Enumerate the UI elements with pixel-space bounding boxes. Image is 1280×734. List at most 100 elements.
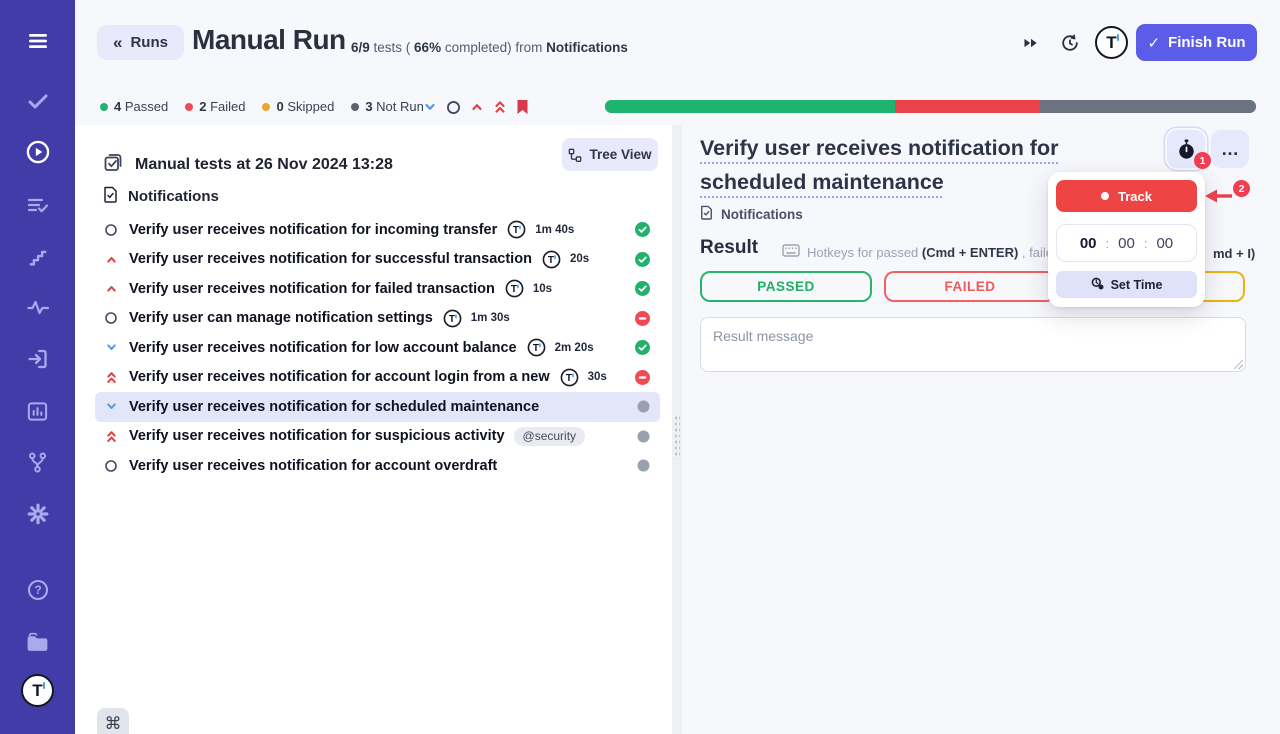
tests-fraction: 6/9 [351, 40, 370, 55]
suite-folder-name: Notifications [128, 188, 219, 205]
test-detail-panel: Verify user receives notification for sc… [682, 125, 1280, 734]
test-row[interactable]: Verify user receives notification for su… [95, 245, 660, 275]
test-row[interactable]: Verify user receives notification for in… [95, 215, 660, 245]
status-notrun-icon [637, 459, 650, 472]
test-row[interactable]: Verify user receives notification for su… [95, 422, 660, 452]
test-row[interactable]: Verify user can manage notification sett… [95, 304, 660, 334]
test-row-title: Verify user receives notification for su… [129, 428, 505, 444]
record-dot-icon [1101, 192, 1109, 200]
panel-resize-handle[interactable] [672, 125, 682, 734]
status-count-failed[interactable]: 2 Failed [185, 99, 245, 114]
sidebar-item-analytics[interactable] [0, 394, 75, 428]
percent-completed: 66% [414, 40, 441, 55]
status-dot-icon [262, 103, 270, 111]
test-row[interactable]: Verify user receives notification for fa… [95, 274, 660, 304]
sidebar-item-settings[interactable] [0, 497, 75, 531]
command-palette-button[interactable]: ⌘ [97, 708, 129, 734]
timer-seconds[interactable]: 00 [1156, 235, 1173, 252]
sidebar-item-branches[interactable] [0, 445, 75, 479]
svg-text:?: ? [34, 583, 41, 597]
finish-run-button[interactable]: ✓ Finish Run [1136, 24, 1257, 61]
sidebar-item-import[interactable] [0, 342, 75, 376]
test-list-panel: Manual tests at 26 Nov 2024 13:28 Tree V… [75, 125, 672, 734]
test-row[interactable]: Verify user receives notification for ac… [95, 363, 660, 393]
run-title-row: Manual tests at 26 Nov 2024 13:28 [103, 152, 393, 177]
status-count-notrun[interactable]: 3 Not Run [351, 99, 424, 114]
sidebar-item-help[interactable]: ? [0, 573, 75, 607]
tree-view-button[interactable]: Tree View [562, 138, 658, 171]
test-duration: 20s [570, 253, 589, 265]
test-row[interactable]: Verify user receives notification for sc… [95, 392, 660, 422]
bookmark-filter-icon[interactable] [516, 99, 529, 115]
status-count-skipped[interactable]: 0 Skipped [262, 99, 334, 114]
priority-low-icon [103, 400, 119, 413]
priority-normal-icon [103, 459, 119, 473]
track-time-button[interactable]: Track [1056, 180, 1197, 212]
sidebar-item-test-plans[interactable] [0, 188, 75, 222]
more-actions-button[interactable]: … [1211, 130, 1249, 168]
passed-button[interactable]: PASSED [700, 271, 872, 302]
priority-high-icon [103, 253, 119, 266]
failed-button[interactable]: FAILED [884, 271, 1056, 302]
sidebar-logo[interactable]: T [21, 674, 54, 707]
status-count-passed[interactable]: 4 Passed [100, 99, 168, 114]
test-row-title: Verify user receives notification for sc… [129, 399, 539, 415]
branch-icon [26, 451, 49, 474]
status-failed-icon [635, 311, 650, 326]
test-row[interactable]: Verify user receives notification for lo… [95, 333, 660, 363]
test-row-title: Verify user receives notification for su… [129, 251, 532, 267]
folder-icon [25, 630, 50, 655]
priority-low-icon [103, 341, 119, 354]
timer-input[interactable]: 00 : 00 : 00 [1056, 224, 1197, 262]
priority-normal-icon [103, 223, 119, 237]
priority-urgent-icon [103, 370, 119, 385]
test-duration: 10s [533, 283, 552, 295]
fast-forward-icon[interactable] [1019, 31, 1043, 55]
test-tag[interactable]: @security [514, 427, 586, 446]
timer-minutes[interactable]: 00 [1118, 235, 1135, 252]
sidebar-item-steps[interactable] [0, 240, 75, 274]
status-passed-icon [635, 281, 650, 296]
priority-normal-filter-icon[interactable] [446, 100, 461, 115]
suite-folder-row[interactable]: Notifications [103, 186, 219, 207]
check-icon [26, 89, 50, 113]
import-icon [26, 347, 50, 371]
stairs-icon [27, 246, 49, 268]
status-passed-icon [635, 340, 650, 355]
sidebar-item-runs[interactable] [0, 135, 75, 169]
sidebar-item-tests[interactable] [0, 84, 75, 118]
priority-urgent-filter-icon[interactable] [493, 99, 507, 115]
test-row[interactable]: Verify user receives notification for ac… [95, 451, 660, 481]
app-logo[interactable]: T [1095, 26, 1128, 59]
sidebar-item-menu[interactable] [0, 24, 75, 58]
result-message-input[interactable] [700, 317, 1246, 372]
back-to-runs-button[interactable]: « Runs [97, 25, 184, 60]
annotation-badge-1: 1 [1194, 152, 1211, 169]
sidebar-item-pulse[interactable] [0, 291, 75, 325]
set-time-button[interactable]: Set Time [1056, 271, 1197, 298]
automation-logo-icon: T [507, 220, 526, 239]
grip-dots-icon [674, 415, 680, 459]
status-passed-icon [635, 252, 650, 267]
priority-high-filter-icon[interactable] [470, 100, 484, 114]
list-check-icon [26, 193, 50, 217]
back-to-runs-label: Runs [130, 34, 168, 51]
timer-hours[interactable]: 00 [1080, 235, 1097, 252]
source-suite: Notifications [546, 40, 628, 55]
timer-history-icon[interactable] [1058, 31, 1082, 55]
hotkeys-hint-tail: md + I) [1213, 246, 1255, 261]
status-notrun-icon [637, 430, 650, 443]
priority-high-icon [103, 282, 119, 295]
document-check-icon [700, 205, 713, 223]
keyboard-icon [782, 244, 800, 260]
sidebar-item-projects[interactable] [0, 625, 75, 659]
priority-low-filter-icon[interactable] [423, 100, 437, 114]
test-duration: 2m 20s [555, 342, 594, 354]
document-check-icon [103, 186, 118, 207]
automation-logo-icon: T [443, 309, 462, 328]
status-summary: 4 Passed 2 Failed 0 Skipped 3 Not Run [100, 99, 424, 114]
status-dot-icon [351, 103, 359, 111]
test-breadcrumb[interactable]: Notifications [700, 205, 803, 223]
app-window: ?T « Runs Manual Run 6/9 tests ( 66% com… [0, 0, 1280, 734]
status-dot-icon [100, 103, 108, 111]
